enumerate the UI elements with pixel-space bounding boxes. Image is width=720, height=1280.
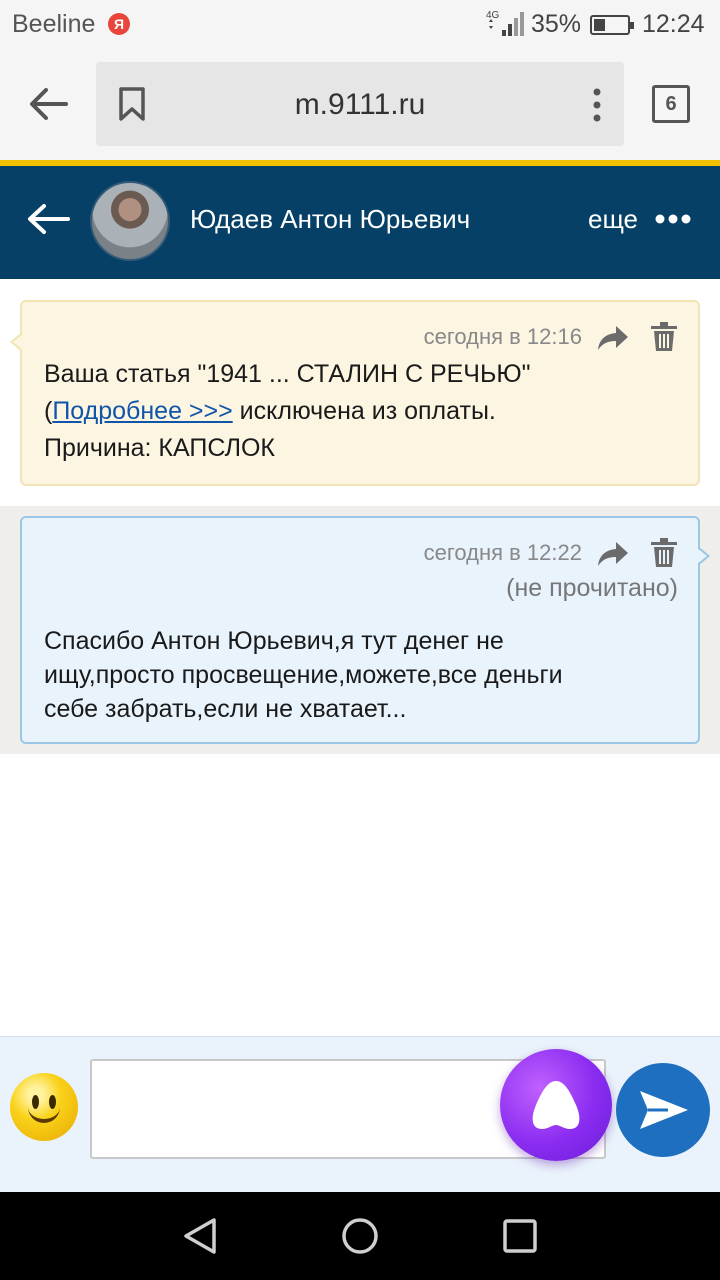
clock: 12:24 [642, 10, 705, 38]
bubble-tail [697, 546, 710, 566]
signal-icon: 4G [486, 10, 524, 36]
send-button[interactable] [616, 1063, 710, 1157]
system-nav-bar [0, 1192, 720, 1280]
outgoing-message-bubble: сегодня в 12:22 (не прочитано) Спасибо А… [20, 516, 710, 744]
network-type-label: 4G [486, 10, 500, 21]
address-bar[interactable]: m.9111.ru [96, 62, 624, 146]
message-line: себе забрать,если не хватает... [44, 695, 407, 723]
bookmark-icon[interactable] [118, 86, 146, 122]
battery-icon [590, 15, 634, 35]
url-text[interactable]: m.9111.ru [156, 88, 564, 122]
status-bar: Beeline Я 4G 35% 12:24 [0, 0, 720, 50]
browser-toolbar: m.9111.ru 6 [0, 50, 720, 160]
bubble-tail [10, 332, 23, 352]
unread-status: (не прочитано) [506, 574, 678, 602]
forward-icon[interactable] [596, 324, 630, 352]
message-line: (Подробнее >>> исключена из оплаты. [44, 393, 676, 430]
browser-back-icon[interactable] [28, 86, 68, 122]
battery-fill [594, 19, 605, 31]
trash-icon[interactable] [650, 538, 678, 568]
chat-back-icon[interactable] [26, 202, 70, 236]
square-recent-icon[interactable] [502, 1218, 538, 1254]
message-time: сегодня в 12:22 [423, 540, 582, 565]
message-time: сегодня в 12:16 [423, 324, 582, 349]
browser-menu-icon[interactable] [592, 88, 602, 122]
message-line: Ваша статья "1941 ... СТАЛИН С РЕЧЬЮ" [44, 360, 531, 388]
message-line: Спасибо Антон Юрьевич,я тут денег не [44, 627, 504, 655]
message-text: Ваша статья "1941 ... СТАЛИН С РЕЧЬЮ" (П… [44, 356, 676, 467]
yandex-icon: Я [108, 13, 130, 35]
contact-name[interactable]: Юдаев Антон Юрьевич [190, 204, 470, 235]
carrier-label: Beeline [12, 10, 96, 38]
triangle-back-icon[interactable] [180, 1216, 220, 1256]
battery-percent: 35% [531, 10, 582, 38]
contact-avatar[interactable] [90, 181, 170, 261]
message-row: сегодня в 12:22 (не прочитано) Спасибо А… [0, 506, 720, 754]
smiley-mouth [28, 1107, 60, 1123]
message-composer [0, 1036, 720, 1192]
more-horizontal-icon[interactable] [655, 214, 691, 224]
trash-icon[interactable] [650, 322, 678, 352]
chat-header: Юдаев Антон Юрьевич еще [0, 166, 720, 279]
page: Beeline Я 4G 35% 12:24 m.9111.ru 6 Юдаев… [0, 0, 720, 1280]
incoming-message-bubble: сегодня в 12:16 Ваша статья "1941 ... СТ… [10, 300, 700, 486]
smiley-icon[interactable] [10, 1073, 78, 1141]
forward-icon[interactable] [596, 540, 630, 568]
message-line-suffix: исключена из оплаты. [232, 397, 496, 425]
details-link[interactable]: Подробнее >>> [52, 397, 232, 425]
message-row: сегодня в 12:16 Ваша статья "1941 ... СТ… [0, 279, 720, 506]
alice-assistant-button[interactable] [500, 1049, 612, 1161]
circle-home-icon[interactable] [340, 1216, 380, 1256]
alice-icon [532, 1081, 580, 1129]
message-line: ищу,просто просвещение,можете,все деньги [44, 661, 563, 689]
message-line: Причина: КАПСЛОК [44, 434, 275, 462]
tabs-count-button[interactable]: 6 [652, 85, 690, 123]
more-label[interactable]: еще [588, 204, 638, 235]
message-text: Спасибо Антон Юрьевич,я тут денег не ищу… [44, 624, 676, 726]
send-icon [640, 1091, 688, 1129]
